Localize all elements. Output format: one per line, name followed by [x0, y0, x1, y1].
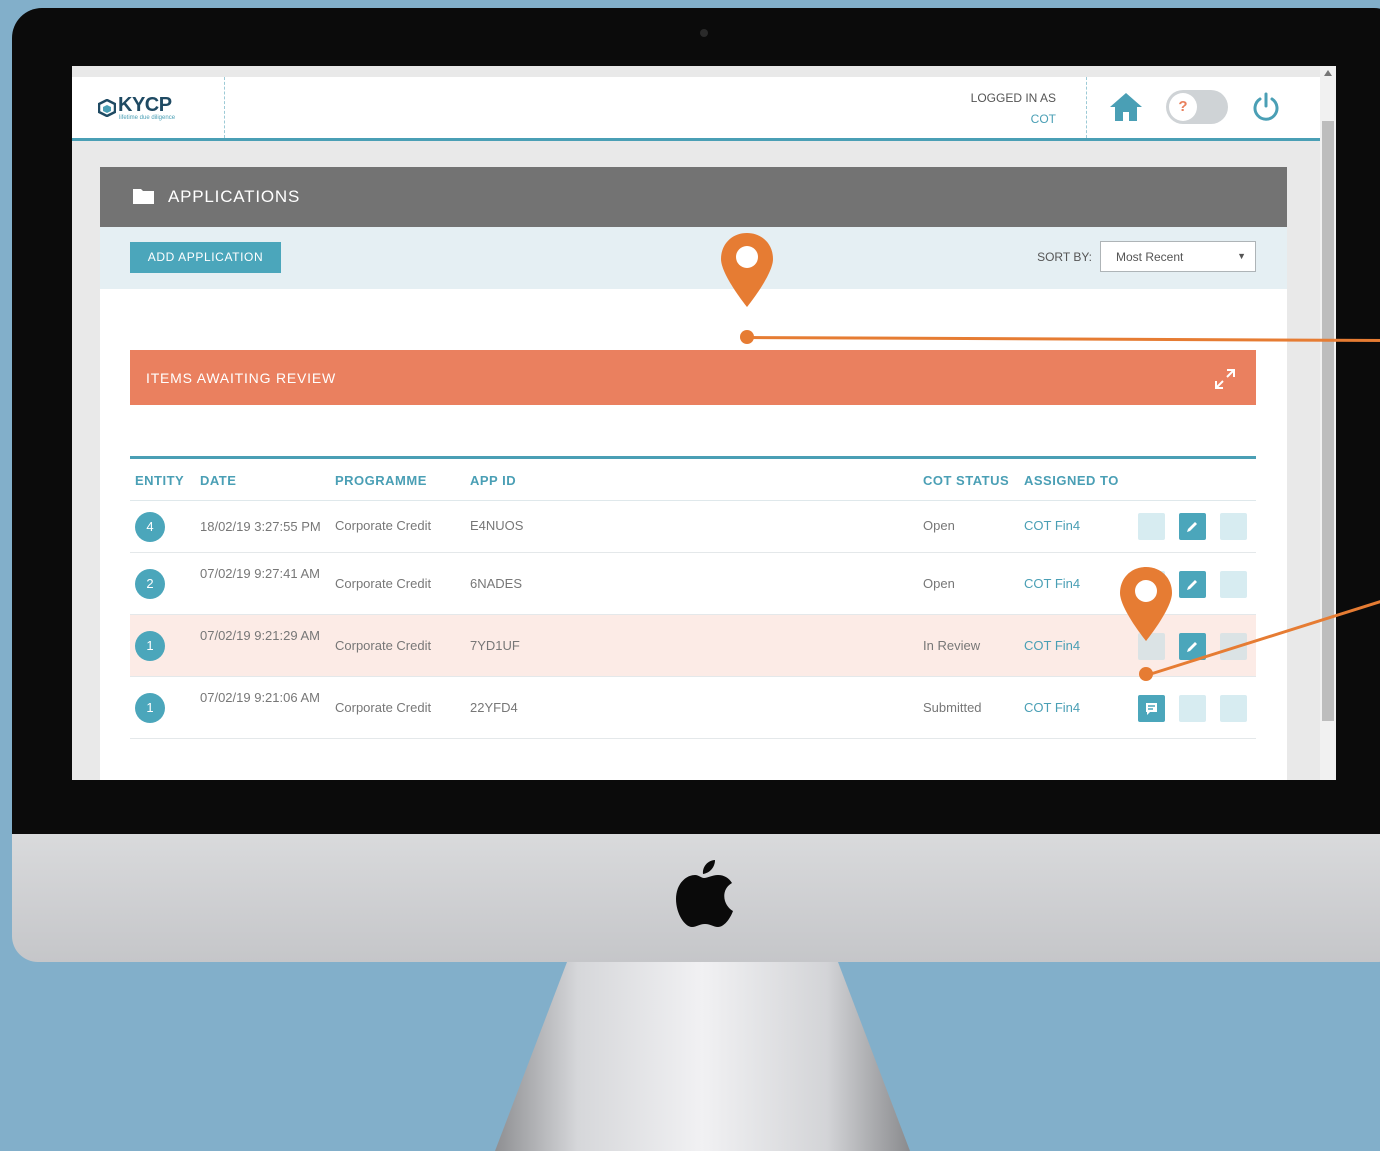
review-section-title: ITEMS AWAITING REVIEW [146, 370, 336, 386]
help-toggle-knob: ? [1169, 93, 1197, 121]
edit-button [1179, 695, 1206, 722]
logged-in-label: LOGGED IN AS [970, 91, 1056, 105]
column-header-entity[interactable]: ENTITY [135, 473, 184, 488]
column-header-cot-status[interactable]: COT STATUS [923, 473, 1009, 488]
app-id-cell[interactable]: 22YFD4 [470, 700, 518, 715]
entity-count-badge: 2 [135, 569, 165, 599]
folder-icon [133, 189, 154, 204]
logo-tagline: lifetime due diligence [119, 115, 176, 121]
assigned-to-cell[interactable]: COT Fin4 [1024, 638, 1080, 653]
power-icon[interactable] [1250, 91, 1282, 123]
logged-in-user[interactable]: COT [952, 112, 1056, 126]
divider [224, 77, 225, 138]
applications-header: APPLICATIONS [100, 167, 1287, 227]
programme-cell: Corporate Credit [335, 518, 432, 533]
table-row[interactable]: 1 07/02/19 9:21:06 AM Corporate Credit 2… [130, 677, 1256, 739]
programme-cell: Corporate Credit [335, 576, 432, 591]
kycp-logo[interactable]: KYCP lifetime due diligence [98, 94, 198, 125]
entity-count-badge: 4 [135, 512, 165, 542]
programme-cell: Corporate Credit [335, 638, 432, 653]
top-navigation-bar: KYCP lifetime due diligence LOGGED IN AS… [72, 77, 1320, 141]
divider [1086, 77, 1087, 138]
scroll-up-arrow[interactable] [1324, 70, 1332, 76]
date-cell: 18/02/19 3:27:55 PM [200, 519, 321, 534]
sort-by-label: SORT BY: [1037, 250, 1092, 264]
chevron-down-icon: ▼ [1237, 251, 1246, 261]
add-application-button[interactable]: ADD APPLICATION [130, 242, 281, 273]
pencil-icon [1187, 580, 1197, 590]
apple-logo [676, 860, 733, 927]
applications-table: ENTITY DATE PROGRAMME APP ID COT STATUS … [130, 456, 1256, 739]
programme-cell: Corporate Credit [335, 700, 432, 715]
edit-button[interactable] [1179, 513, 1206, 540]
assigned-to-cell[interactable]: COT Fin4 [1024, 700, 1080, 715]
comment-icon [1146, 703, 1157, 715]
date-cell: 07/02/19 9:21:06 AM [200, 690, 320, 705]
delete-button [1220, 513, 1247, 540]
status-cell: Open [923, 518, 955, 533]
pencil-icon [1187, 642, 1197, 652]
expand-icon[interactable] [1213, 367, 1237, 391]
column-header-app-id[interactable]: APP ID [470, 473, 516, 488]
items-awaiting-review-banner[interactable]: ITEMS AWAITING REVIEW [130, 350, 1256, 405]
status-cell: In Review [923, 638, 981, 653]
callout-dot [740, 330, 754, 344]
edit-button[interactable] [1179, 571, 1206, 598]
table-header: ENTITY DATE PROGRAMME APP ID COT STATUS … [130, 459, 1256, 501]
map-pin-icon [721, 233, 773, 307]
entity-count-badge: 1 [135, 693, 165, 723]
column-header-programme[interactable]: PROGRAMME [335, 473, 427, 488]
table-row[interactable]: 1 07/02/19 9:21:29 AM Corporate Credit 7… [130, 615, 1256, 677]
map-pin-icon [1120, 567, 1172, 641]
date-cell: 07/02/19 9:27:41 AM [200, 566, 320, 581]
date-cell: 07/02/19 9:21:29 AM [200, 628, 320, 643]
status-cell: Submitted [923, 700, 982, 715]
delete-button [1220, 695, 1247, 722]
comment-button[interactable] [1138, 695, 1165, 722]
assigned-to-cell[interactable]: COT Fin4 [1024, 576, 1080, 591]
column-header-assigned-to[interactable]: ASSIGNED TO [1024, 473, 1119, 488]
vertical-scrollbar[interactable] [1320, 66, 1336, 780]
entity-count-badge: 1 [135, 631, 165, 661]
camera [700, 29, 708, 37]
app-id-cell[interactable]: 7YD1UF [470, 638, 520, 653]
table-row[interactable]: 4 18/02/19 3:27:55 PM Corporate Credit E… [130, 501, 1256, 553]
home-icon[interactable] [1109, 92, 1143, 122]
logo-text: KYCP [118, 94, 172, 116]
sort-selected-value: Most Recent [1116, 250, 1184, 264]
applications-panel: APPLICATIONS ADD APPLICATION SORT BY: Mo… [100, 167, 1287, 780]
sort-by-select[interactable]: Most Recent ▼ [1100, 241, 1256, 272]
delete-button [1220, 571, 1247, 598]
app-id-cell[interactable]: E4NUOS [470, 518, 523, 533]
column-header-date[interactable]: DATE [200, 473, 236, 488]
pencil-icon [1187, 522, 1197, 532]
callout-dot [1139, 667, 1153, 681]
table-row[interactable]: 2 07/02/19 9:27:41 AM Corporate Credit 6… [130, 553, 1256, 615]
page-title: APPLICATIONS [168, 187, 301, 206]
help-toggle[interactable]: ? [1166, 90, 1228, 124]
applications-toolbar: ADD APPLICATION SORT BY: Most Recent ▼ [100, 227, 1287, 289]
app-id-cell[interactable]: 6NADES [470, 576, 522, 591]
comment-button [1138, 513, 1165, 540]
logo-cube-icon [98, 99, 116, 117]
assigned-to-cell[interactable]: COT Fin4 [1024, 518, 1080, 533]
status-cell: Open [923, 576, 955, 591]
scroll-thumb[interactable] [1322, 121, 1334, 721]
monitor-stand [495, 962, 910, 1151]
